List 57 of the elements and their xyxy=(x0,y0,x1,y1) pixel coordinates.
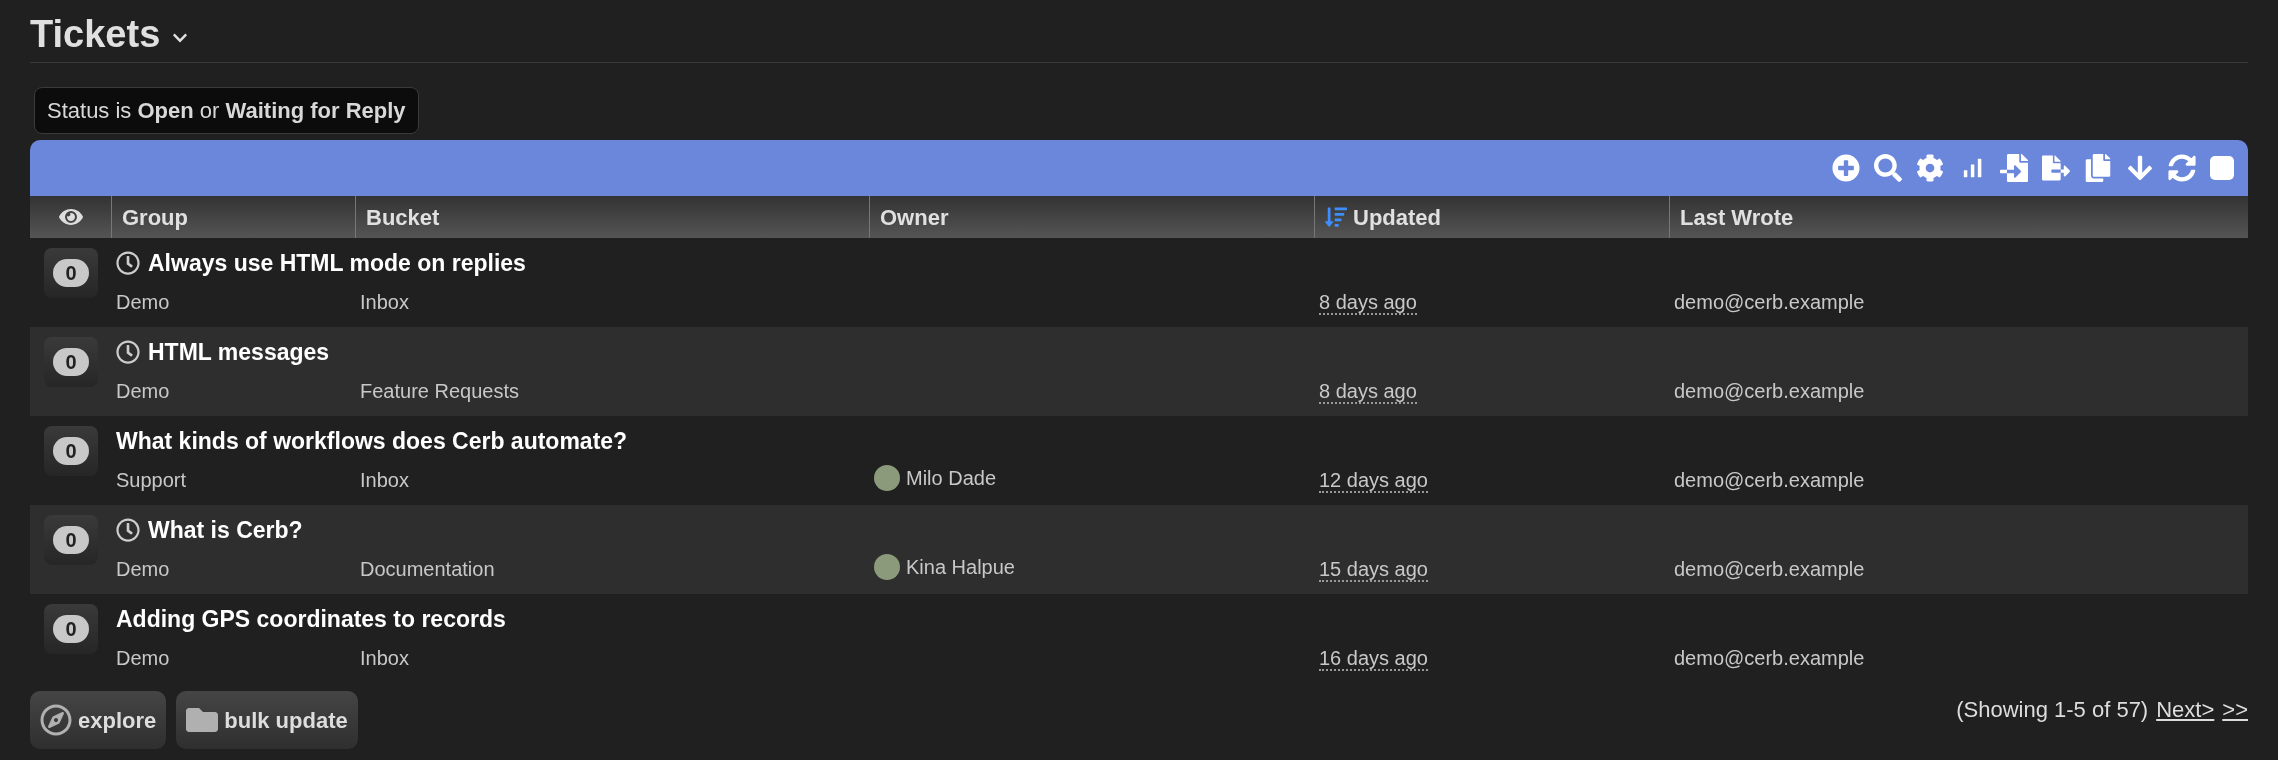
updated-cell: 12 days ago xyxy=(1319,469,1428,493)
avatar-icon xyxy=(874,465,900,491)
avatar-icon xyxy=(874,554,900,580)
last-page-link[interactable]: >> xyxy=(2222,692,2248,726)
last-wrote-cell-text: demo@cerb.example xyxy=(1674,646,1865,671)
settings-icon[interactable] xyxy=(1916,154,1944,182)
sort-descending-icon xyxy=(1325,206,1347,228)
filter-chip[interactable]: Status is Open or Waiting for Reply xyxy=(34,87,419,134)
refresh-icon[interactable] xyxy=(2168,154,2196,182)
next-page-link[interactable]: Next> xyxy=(2156,692,2215,726)
add-icon[interactable] xyxy=(1832,154,1860,182)
last-wrote-cell-text: demo@cerb.example xyxy=(1674,468,1865,493)
page-title: Tickets xyxy=(30,12,161,57)
bucket-cell-text: Inbox xyxy=(360,646,410,671)
column-header[interactable]: Owner xyxy=(870,196,1315,238)
column-header[interactable]: Last Wrote xyxy=(1670,196,2248,238)
explore-button[interactable]: explore xyxy=(30,691,167,749)
ticket-subject-link[interactable]: What is Cerb? xyxy=(148,512,303,548)
count-badge[interactable]: 0 xyxy=(44,515,98,565)
ticket-subject-link[interactable]: Always use HTML mode on replies xyxy=(148,245,526,281)
updated-cell: 15 days ago xyxy=(1319,558,1428,582)
column-header[interactable]: Bucket xyxy=(356,196,870,238)
column-header[interactable]: Updated xyxy=(1315,196,1670,238)
last-wrote-cell-text: demo@cerb.example xyxy=(1674,290,1865,315)
bulk-update-button[interactable]: bulk update xyxy=(176,691,358,749)
bucket-cell-text: Feature Requests xyxy=(360,379,520,404)
ticket-subject-link[interactable]: Adding GPS coordinates to records xyxy=(116,601,506,637)
column-header[interactable]: Group xyxy=(112,196,356,238)
count-badge[interactable]: 0 xyxy=(44,604,98,654)
group-cell-text: Demo xyxy=(116,379,171,404)
paging-summary: (Showing 1-5 of 57) xyxy=(1956,695,2149,724)
select-all-checkbox[interactable] xyxy=(2210,156,2234,180)
count-badge[interactable]: 0 xyxy=(44,426,98,476)
group-cell-text: Demo xyxy=(116,557,171,582)
owner-link[interactable]: Milo Dade xyxy=(906,463,997,493)
download-icon[interactable] xyxy=(2126,154,2154,182)
bucket-cell-text: Documentation xyxy=(360,557,496,582)
bucket-cell-text: Inbox xyxy=(360,468,410,493)
compass-icon xyxy=(40,704,72,736)
search-icon[interactable] xyxy=(1874,154,1902,182)
last-wrote-cell-text: demo@cerb.example xyxy=(1674,557,1865,582)
ticket-subject-link[interactable]: HTML messages xyxy=(148,334,330,370)
last-wrote-cell-text: demo@cerb.example xyxy=(1674,379,1865,404)
copy-icon[interactable] xyxy=(2084,154,2112,182)
group-cell-text: Demo xyxy=(116,646,171,671)
count-badge[interactable]: 0 xyxy=(44,337,98,387)
count-badge[interactable]: 0 xyxy=(44,248,98,298)
updated-cell: 8 days ago xyxy=(1319,291,1417,315)
file-import-icon[interactable] xyxy=(2000,154,2028,182)
group-cell-text: Support xyxy=(116,468,188,493)
group-cell-text: Demo xyxy=(116,290,171,315)
bucket-cell-text: Inbox xyxy=(360,290,410,315)
owner-link[interactable]: Kina Halpue xyxy=(906,552,1015,582)
file-export-icon[interactable] xyxy=(2042,154,2070,182)
updated-cell: 16 days ago xyxy=(1319,647,1428,671)
ticket-subject-link[interactable]: What kinds of workflows does Cerb automate? xyxy=(116,423,628,459)
updated-cell: 8 days ago xyxy=(1319,380,1417,404)
